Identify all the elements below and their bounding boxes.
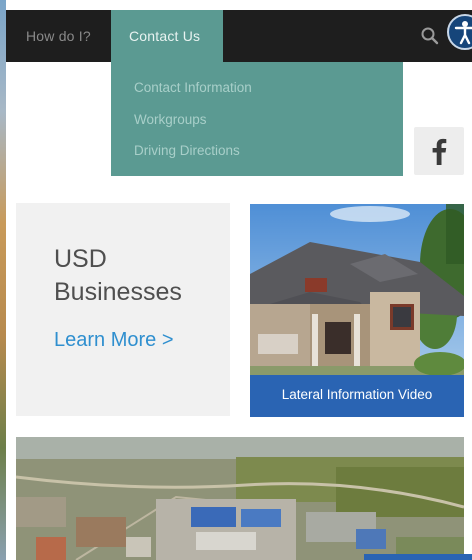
facebook-icon [432,138,447,165]
nav-item-how-do-i[interactable]: How do I? [26,10,91,62]
nav-item-contact-us[interactable]: Contact Us [111,10,223,62]
aerial-photo [16,437,464,560]
bottom-edge-bar [364,554,472,560]
search-icon[interactable] [420,26,440,46]
background-photo-edge [0,0,6,560]
menu-item-driving-directions[interactable]: Driving Directions [134,143,240,158]
learn-more-link[interactable]: Learn More > [54,329,174,352]
facebook-button[interactable] [414,127,464,175]
accessibility-icon[interactable] [447,14,472,50]
video-caption-bar: Lateral Information Video [250,375,464,417]
card-title: USD Businesses [54,245,182,306]
usd-businesses-card: USD Businesses Learn More > [16,203,230,416]
menu-item-contact-information[interactable]: Contact Information [134,80,252,95]
video-title: Lateral Information Video [281,387,433,402]
aerial-photo-tile[interactable] [16,437,464,560]
top-nav-bar: How do I? Contact Us [6,10,472,62]
menu-item-workgroups[interactable]: Workgroups [134,112,207,127]
lateral-information-video-tile[interactable]: Lateral Information Video [250,204,464,417]
contact-us-dropdown-menu: Contact Information Workgroups Driving D… [111,62,403,176]
